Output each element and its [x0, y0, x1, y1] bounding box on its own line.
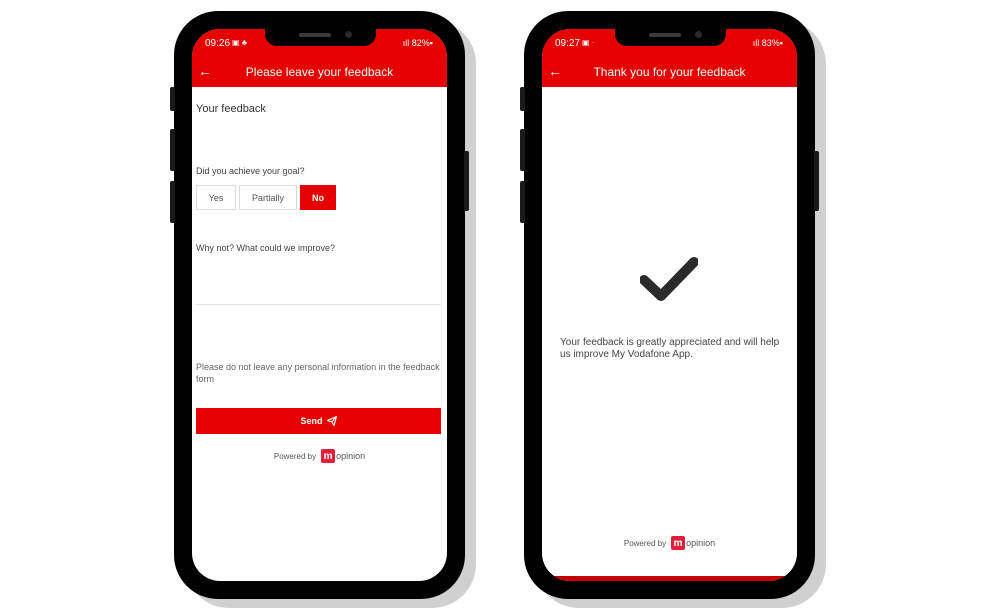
- power-button: [464, 151, 469, 211]
- phone-frame-right: 09:27 ▣ · ıll 83%▪ ← Thank you for your …: [520, 11, 819, 599]
- volume-button: [170, 129, 175, 171]
- choice-no-button[interactable]: No: [300, 185, 336, 210]
- goal-question: Did you achieve your goal?: [196, 166, 305, 176]
- notch: [615, 29, 726, 46]
- speaker: [299, 33, 331, 37]
- phone-frame-left: 09:26 ▣ ♣ ıll 82%▪ ← Please leave your f…: [170, 11, 469, 599]
- privacy-notice: Please do not leave any personal informa…: [196, 362, 440, 384]
- status-time: 09:27: [555, 38, 581, 49]
- thank-you-screen: 09:27 ▣ · ıll 83%▪ ← Thank you for your …: [542, 29, 797, 581]
- improve-textarea[interactable]: [196, 257, 441, 305]
- status-time: 09:26: [205, 38, 231, 49]
- powered-by: Powered by m opinion: [542, 536, 797, 550]
- volume-button: [170, 87, 175, 111]
- app-bar: ← Thank you for your feedback: [542, 55, 797, 87]
- mopinion-logo: m opinion: [671, 536, 715, 550]
- powered-by-label: Powered by: [623, 538, 667, 548]
- thank-you-message: Your feedback is greatly appreciated and…: [560, 337, 780, 360]
- send-label: Send: [300, 416, 323, 426]
- speaker: [649, 33, 681, 37]
- battery-indicator: ıll 83%▪: [752, 38, 783, 48]
- battery-indicator: ıll 82%▪: [402, 38, 433, 48]
- camera: [695, 31, 702, 38]
- choice-yes-button[interactable]: Yes: [196, 185, 236, 210]
- notification-icons: ▣ ·: [582, 38, 595, 47]
- app-bar: ← Please leave your feedback: [192, 55, 447, 87]
- page-title: Please leave your feedback: [245, 65, 394, 79]
- volume-button: [520, 129, 525, 171]
- feedback-screen: 09:26 ▣ ♣ ıll 82%▪ ← Please leave your f…: [192, 29, 447, 581]
- choice-partially-button[interactable]: Partially: [239, 185, 297, 210]
- checkmark-icon: [640, 257, 698, 301]
- section-heading: Your feedback: [196, 103, 266, 115]
- send-button[interactable]: Send: [196, 408, 441, 434]
- logo-text: opinion: [336, 451, 366, 461]
- logo-mark: m: [321, 449, 336, 463]
- notch: [265, 29, 376, 46]
- logo-mark: m: [671, 536, 686, 550]
- improve-question: Why not? What could we improve?: [196, 243, 336, 253]
- volume-button: [520, 87, 525, 111]
- volume-button: [170, 181, 175, 223]
- camera: [345, 31, 352, 38]
- power-button: [814, 151, 819, 211]
- goal-choice-group: Yes Partially No: [196, 185, 336, 210]
- bottom-bar: [542, 576, 797, 581]
- mopinion-logo: m opinion: [321, 449, 365, 463]
- powered-by-label: Powered by: [273, 451, 317, 461]
- powered-by: Powered by m opinion: [192, 449, 447, 463]
- logo-text: opinion: [686, 538, 716, 548]
- page-title: Thank you for your feedback: [593, 65, 746, 79]
- paper-plane-icon: [326, 416, 337, 426]
- notification-icons: ▣ ♣: [232, 38, 248, 47]
- volume-button: [520, 181, 525, 223]
